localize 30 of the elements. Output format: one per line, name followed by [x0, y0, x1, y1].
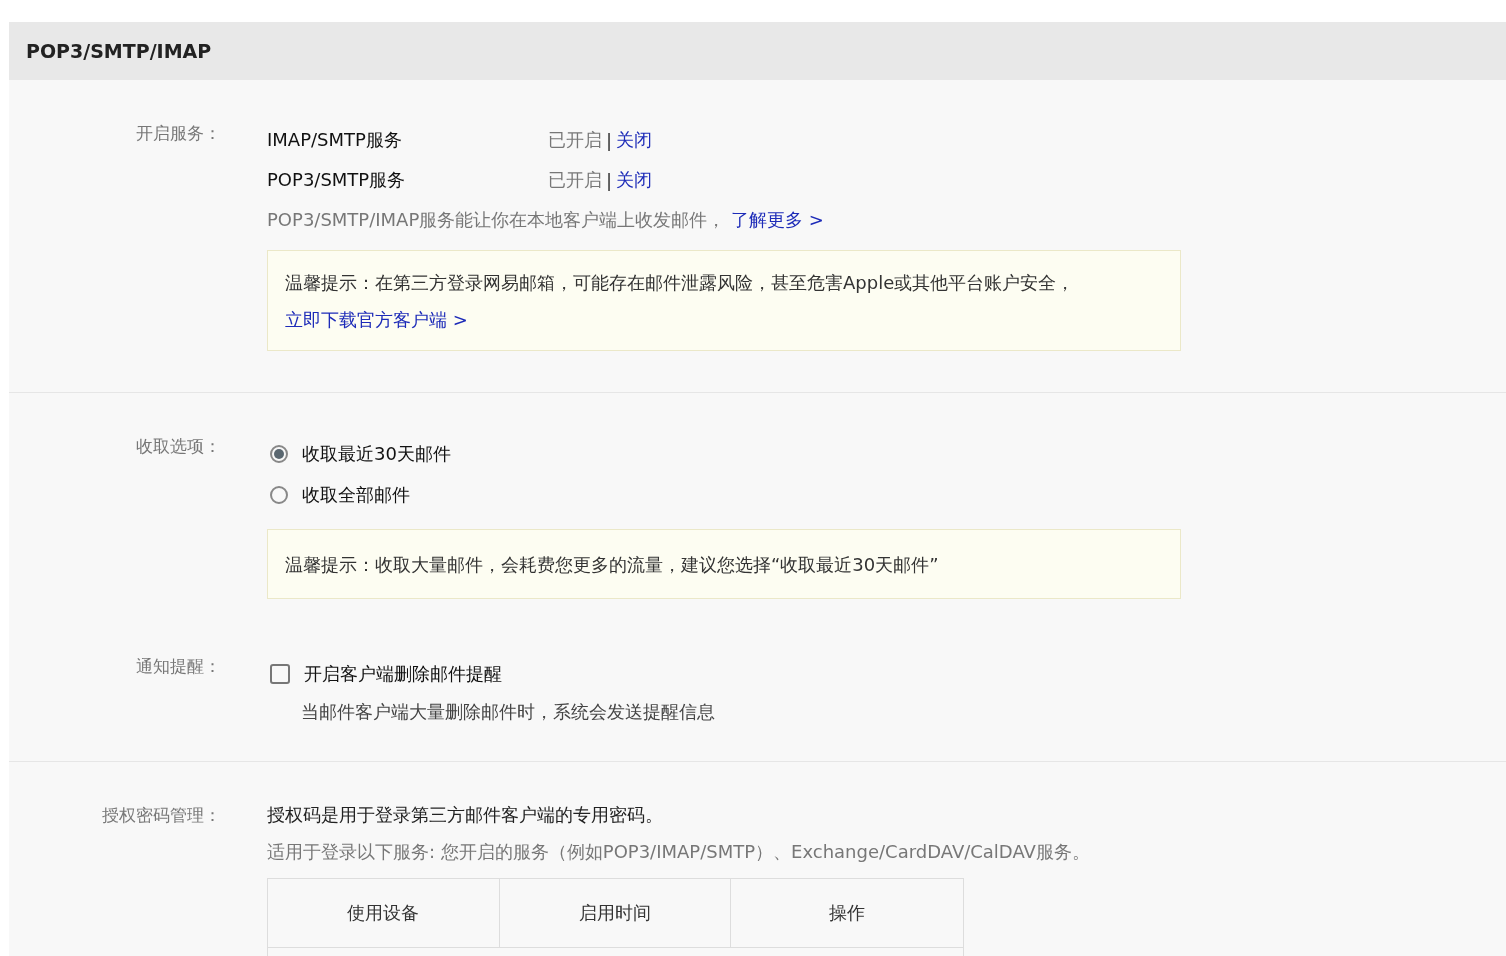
download-link[interactable]: 立即下载官方客户端 > [285, 309, 468, 330]
radio-option[interactable]: 收取最近30天邮件 [267, 433, 1506, 474]
panel-title: POP3/SMTP/IMAP [26, 40, 212, 62]
notice-box: 温馨提示：收取大量邮件，会耗费您更多的流量，建议您选择“收取最近30天邮件” [267, 529, 1181, 599]
notice-text: 温馨提示：在第三方登录网易邮箱，可能存在邮件泄露风险，甚至危害Apple或其他平台账户安全， [285, 272, 1075, 293]
service-name: POP3/SMTP服务 [267, 168, 407, 192]
service-status: 已开启 [548, 128, 602, 152]
table-header-cell: 启用时间 [499, 879, 732, 948]
auth-description: 适用于登录以下服务: 您开启的服务（例如POP3/IMAP/SMTP）、Exchange/CardDAV/CalDAV服务。 [267, 840, 1091, 864]
field-label: 通知提醒： [135, 655, 222, 678]
separator: | [606, 169, 613, 191]
service-status: 已开启 [548, 168, 602, 192]
table-header-cell: 使用设备 [268, 879, 500, 948]
close-link[interactable]: 关闭 [616, 168, 653, 192]
close-link[interactable]: 关闭 [616, 128, 653, 152]
service-description: POP3/SMTP/IMAP服务能让你在本地客户端上收发邮件， 了解更多 > [267, 208, 825, 232]
separator: | [606, 129, 613, 151]
radio-icon[interactable] [270, 444, 288, 463]
radio-option[interactable]: 收取全部邮件 [267, 474, 1506, 515]
table-header-cell: 操作 [731, 879, 963, 948]
radio-icon[interactable] [270, 485, 288, 504]
hint-text: 当邮件客户端大量删除邮件时，系统会发送提醒信息 [301, 700, 716, 724]
service-name: IMAP/SMTP服务 [267, 128, 403, 152]
auth-intro: 授权码是用于登录第三方邮件客户端的专用密码。 [267, 803, 664, 827]
checkbox[interactable] [270, 663, 290, 684]
field-label: 收取选项： [135, 435, 222, 458]
field-label: 授权密码管理： [101, 804, 222, 827]
learn-more-link[interactable]: 了解更多 > [725, 209, 824, 230]
field-label: 开启服务： [135, 122, 222, 145]
checkbox-option[interactable]: 开启客户端删除邮件提醒 [267, 653, 1506, 694]
